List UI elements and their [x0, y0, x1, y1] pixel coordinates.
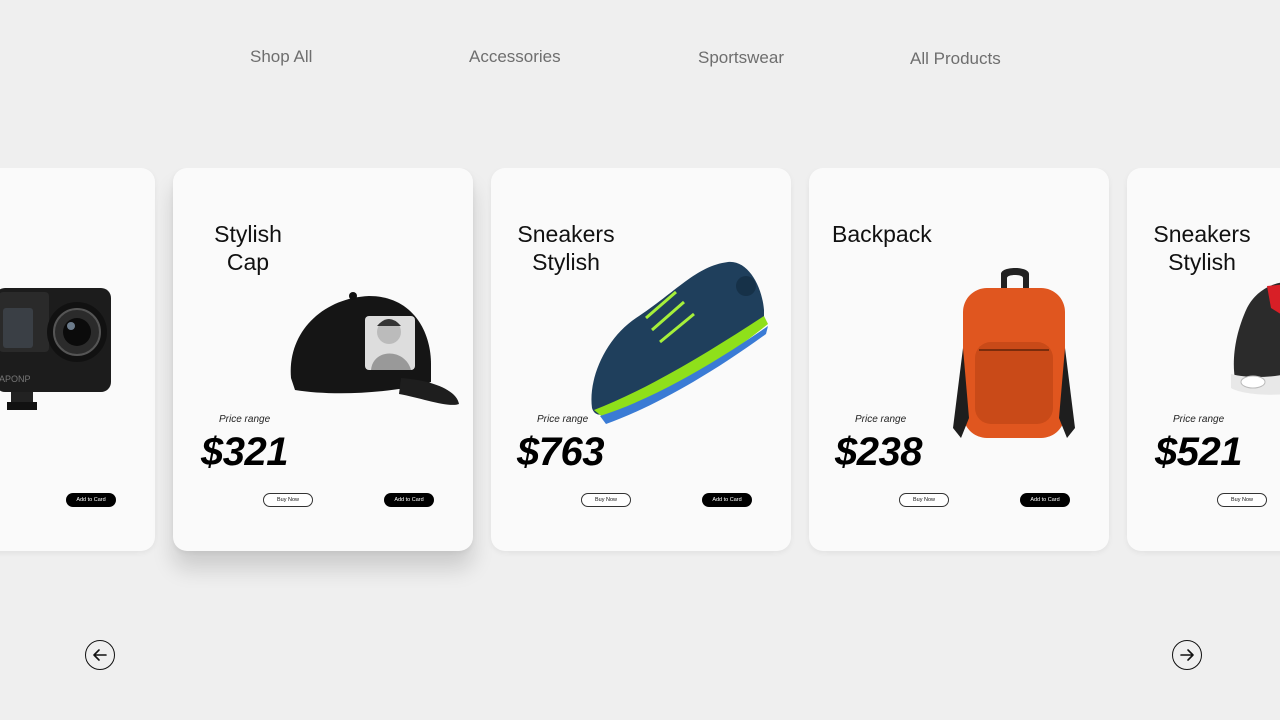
action-camera-image: APONP	[0, 288, 111, 410]
add-to-cart-button[interactable]: Add to Card	[384, 493, 434, 507]
title-line: Cap	[226, 249, 270, 275]
product-title: Stylish Cap	[173, 220, 323, 276]
price-value: $521	[1155, 430, 1242, 474]
svg-text:APONP: APONP	[0, 374, 31, 384]
buy-now-button[interactable]: Buy Now	[1217, 493, 1267, 507]
add-to-cart-button[interactable]: Add to Card	[1020, 493, 1070, 507]
price-label: Price range	[219, 414, 271, 425]
title-line: Sneakers	[517, 221, 615, 247]
title-line: Stylish	[1168, 249, 1236, 275]
product-card-backpack: Backpack Price range $238 Buy Now Add to…	[809, 168, 1109, 551]
price-value: $763	[517, 430, 604, 474]
price-label: Price range	[537, 414, 589, 425]
title-line: Sneakers	[1153, 221, 1251, 247]
title-line: Stylish	[214, 221, 282, 247]
nav-shop-all[interactable]: Shop All	[250, 47, 312, 67]
sneaker-image	[591, 261, 768, 424]
buy-now-button[interactable]: Buy Now	[263, 493, 313, 507]
add-to-cart-button[interactable]: Add to Card	[702, 493, 752, 507]
buy-now-button[interactable]: Buy Now	[581, 493, 631, 507]
nav-sportswear[interactable]: Sportswear	[698, 48, 784, 68]
product-title: Sneakers Stylish	[1127, 220, 1277, 276]
baseball-cap-image	[290, 292, 459, 405]
carousel-next-button[interactable]	[1172, 640, 1202, 670]
buy-now-button[interactable]: Buy Now	[899, 493, 949, 507]
arrow-left-icon	[93, 649, 107, 661]
price-label: Price range	[1173, 414, 1225, 425]
carousel-prev-button[interactable]	[85, 640, 115, 670]
product-card-sneakers-2: Sneakers Stylish Price range $521 Buy No…	[1127, 168, 1280, 551]
add-to-cart-button[interactable]: Add to Card	[66, 493, 116, 507]
price-value: $238	[835, 430, 922, 474]
price-value: $321	[201, 430, 288, 474]
product-carousel: APONP Add to Card Stylish Cap Price rang…	[0, 168, 1280, 588]
nav-all-products[interactable]: All Products	[910, 49, 1001, 69]
product-card-camera: APONP Add to Card	[0, 168, 155, 551]
product-card-cap: Stylish Cap Price range $321 Buy Now Add…	[173, 168, 473, 551]
title-line: Backpack	[832, 221, 932, 247]
nav-accessories[interactable]: Accessories	[469, 47, 561, 67]
top-nav: Shop All Accessories Sportswear All Prod…	[0, 46, 1280, 70]
backpack-image	[953, 268, 1075, 438]
price-label: Price range	[855, 414, 907, 425]
product-title: Backpack	[832, 220, 982, 248]
sneaker-image	[1231, 282, 1280, 395]
arrow-right-icon	[1180, 649, 1194, 661]
product-card-sneakers: Sneakers Stylish Price range $763 Buy No…	[491, 168, 791, 551]
